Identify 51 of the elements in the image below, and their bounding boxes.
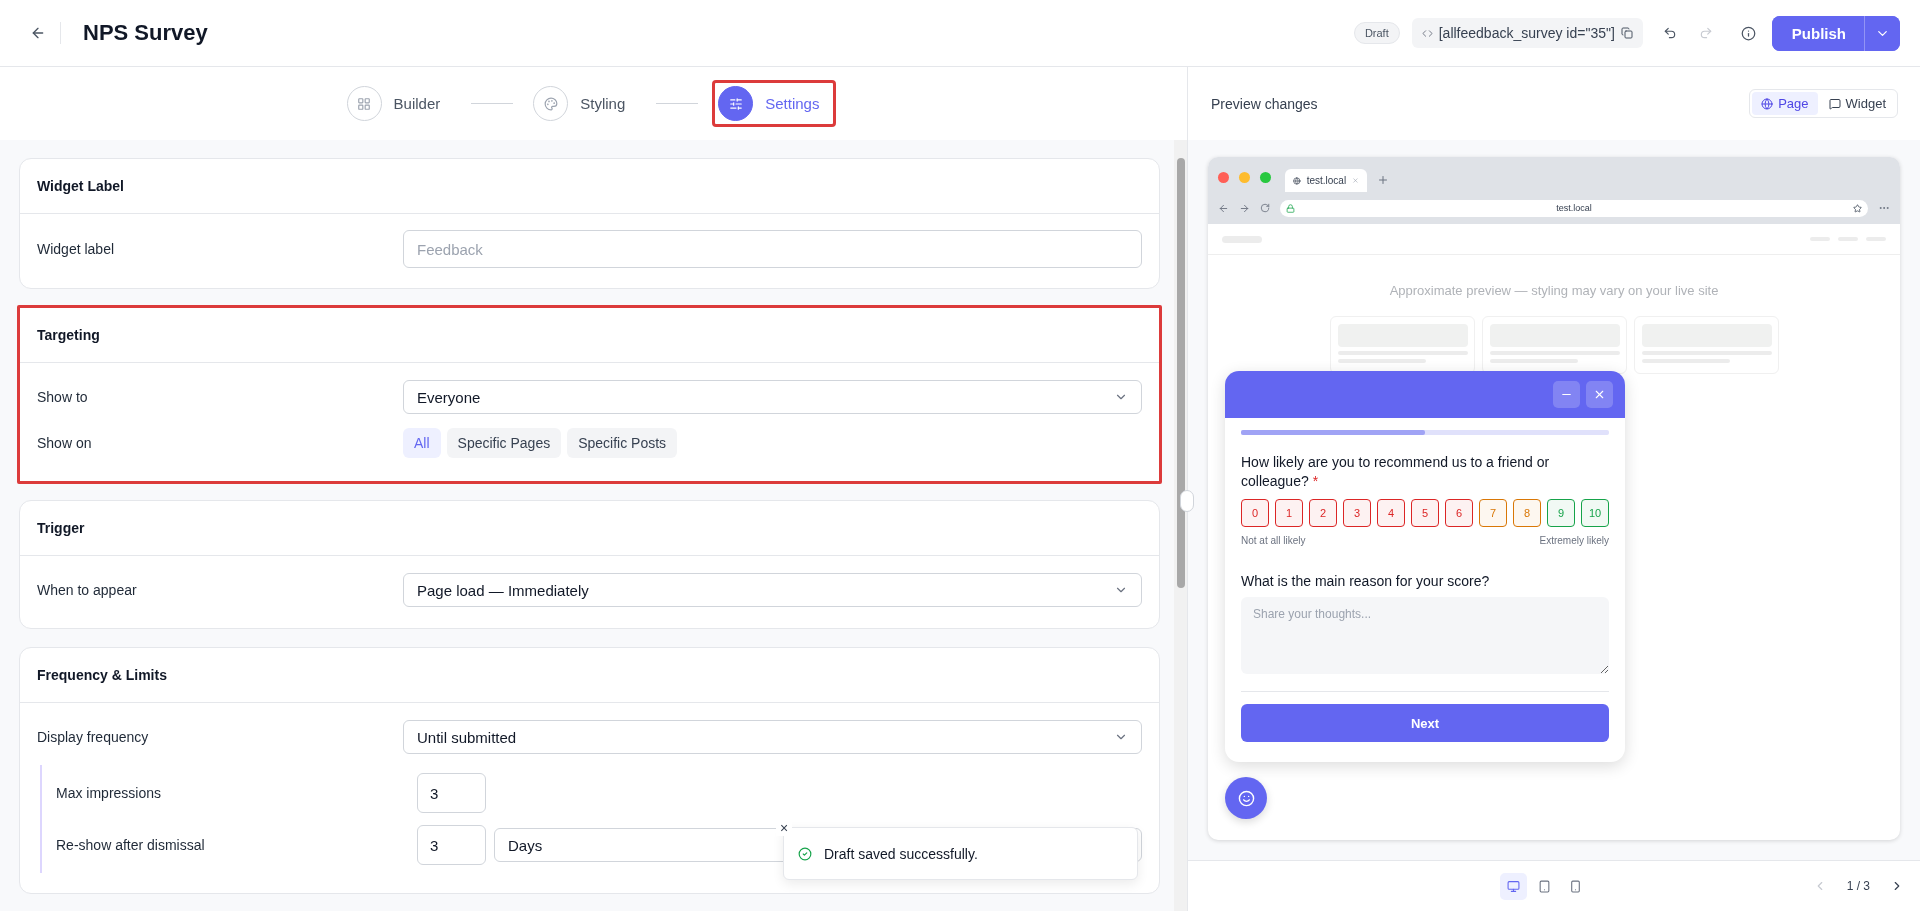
card-title: Widget Label (20, 159, 1159, 214)
number-field[interactable]: 3 (417, 773, 486, 813)
score-option[interactable]: 8 (1513, 499, 1541, 527)
step-tab[interactable]: Settings (712, 80, 837, 127)
score-option[interactable]: 0 (1241, 499, 1269, 527)
card-title: Targeting (20, 308, 1159, 363)
next-button[interactable]: Next (1241, 704, 1609, 742)
status-badge: Draft (1353, 22, 1400, 44)
field-label: Show on (37, 435, 93, 451)
address-bar[interactable]: test.local (1280, 199, 1868, 217)
shortcode-field[interactable]: [allfeedback_survey id="35"] (1411, 18, 1643, 48)
field-label: Re-show after dismissal (56, 837, 206, 853)
segment-option[interactable]: Specific Pages (446, 428, 562, 458)
score-option[interactable]: 2 (1309, 499, 1337, 527)
step-tab[interactable]: Builder (340, 80, 458, 127)
select-field[interactable]: Page load — Immediately (403, 573, 1142, 607)
score-option[interactable]: 6 (1445, 499, 1473, 527)
answer-box[interactable]: Share your thoughts... (1241, 597, 1609, 674)
score-option[interactable]: 7 (1479, 499, 1507, 527)
page-title: NPS Survey (83, 20, 208, 46)
score-option[interactable]: 4 (1377, 499, 1405, 527)
scale-label: Not at all likely (1241, 535, 1306, 546)
scale-label: Extremely likely (1539, 535, 1609, 546)
select-field[interactable]: Everyone (403, 380, 1142, 414)
select-field[interactable]: Until submitted (403, 720, 1142, 754)
text-field[interactable]: Feedback (403, 230, 1142, 268)
field-label: Show to (37, 389, 89, 405)
preview-note: Approximate preview — styling may vary on your live site (1388, 283, 1720, 298)
number-field[interactable]: 3 (417, 825, 486, 865)
segment-option[interactable]: All (403, 428, 441, 458)
question-text: What is the main reason for your score? (1241, 572, 1491, 591)
panel-title: Preview changes (1211, 95, 1318, 112)
segment-option[interactable]: Specific Posts (567, 428, 678, 458)
field-label: Max impressions (56, 785, 163, 801)
score-option[interactable]: 9 (1547, 499, 1575, 527)
page-counter: 1 / 3 (1846, 879, 1870, 893)
score-option[interactable]: 10 (1581, 499, 1609, 527)
view-tab[interactable]: Widget (1819, 92, 1895, 115)
score-option[interactable]: 1 (1275, 499, 1303, 527)
score-option[interactable]: 5 (1411, 499, 1439, 527)
step-tab[interactable]: Styling (527, 80, 643, 127)
field-label: Display frequency (37, 729, 150, 745)
card-title: Trigger (20, 501, 1159, 556)
card-title: Frequency & Limits (20, 648, 1159, 703)
field-label: When to appear (37, 582, 138, 598)
field-label: Widget label (37, 241, 116, 257)
view-tab[interactable]: Page (1752, 92, 1818, 115)
browser-tab[interactable]: test.local (1285, 169, 1367, 192)
question-text: How likely are you to recommend us to a friend or colleague? * (1241, 453, 1551, 491)
toast-message: Draft saved successfully. (824, 845, 978, 862)
score-option[interactable]: 3 (1343, 499, 1371, 527)
